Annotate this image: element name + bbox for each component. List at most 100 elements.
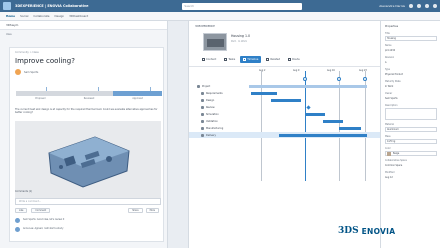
share-icon[interactable] bbox=[417, 4, 421, 8]
avatar[interactable] bbox=[15, 227, 20, 232]
panel-subheader: Idea bbox=[6, 32, 12, 36]
gantt-row[interactable]: Review bbox=[189, 104, 381, 110]
housing-part-image bbox=[48, 136, 130, 188]
gantt-bar[interactable] bbox=[251, 91, 277, 95]
search-placeholder: Search bbox=[184, 4, 195, 8]
task-icon bbox=[201, 91, 204, 95]
author-name[interactable]: Sam Sports bbox=[24, 71, 38, 74]
milestone-marker[interactable] bbox=[337, 77, 341, 81]
row-label: Manufacturing bbox=[206, 126, 224, 130]
milestone-marker[interactable] bbox=[303, 77, 307, 81]
object-tabs: Content Tasks Timeline Related Route bbox=[199, 56, 303, 63]
tasks-icon bbox=[224, 58, 228, 61]
gantt-row[interactable]: Requirements bbox=[189, 90, 381, 96]
color-field[interactable]: Beige bbox=[385, 151, 437, 156]
title-field[interactable]: Housing bbox=[385, 36, 437, 41]
tab-timeline[interactable]: Timeline bbox=[240, 56, 262, 63]
post-author: Sam Sports bbox=[15, 69, 38, 75]
tab-tasks[interactable]: Tasks bbox=[221, 56, 238, 63]
properties-title: Properties bbox=[385, 25, 399, 28]
route-icon bbox=[288, 58, 292, 61]
post-title: Improve cooling? bbox=[15, 57, 75, 65]
gantt-bar[interactable] bbox=[271, 98, 301, 102]
milestone-marker[interactable] bbox=[363, 77, 367, 81]
tab-dashboard[interactable]: 3DDashboard bbox=[69, 14, 88, 18]
tab-related[interactable]: Related bbox=[263, 56, 283, 63]
part-image[interactable] bbox=[15, 121, 161, 201]
gantt-bar[interactable] bbox=[279, 133, 367, 137]
timeline-icon bbox=[243, 58, 247, 61]
gantt-row-selected[interactable]: Delivery bbox=[189, 132, 381, 138]
owner-value[interactable]: Sam Sports bbox=[385, 96, 437, 101]
tab-collaborate[interactable]: Collaborate bbox=[33, 14, 49, 18]
tab-social[interactable]: Social bbox=[20, 14, 28, 18]
user-name[interactable]: Alexandre Darnis bbox=[379, 4, 405, 8]
gantt-bar[interactable] bbox=[339, 126, 361, 130]
gantt-row[interactable]: Manufacturing bbox=[189, 125, 381, 131]
comment-button[interactable]: Comment bbox=[31, 208, 51, 213]
mass-field[interactable]: 0.25 kg bbox=[385, 139, 437, 144]
gantt-bar[interactable] bbox=[249, 84, 367, 88]
property-revision: Revision A bbox=[385, 56, 437, 65]
field-label: Modified bbox=[385, 171, 395, 174]
revision-value: A bbox=[385, 60, 437, 65]
maturity-label: Proposed bbox=[35, 97, 46, 100]
like-button[interactable]: Like bbox=[15, 208, 28, 213]
maturity-step-proposed bbox=[16, 91, 65, 96]
avatar[interactable] bbox=[15, 218, 20, 223]
field-label: Collaborative Space bbox=[385, 159, 407, 162]
field-label: Description bbox=[385, 104, 398, 107]
maturity-labels: Proposed Reviewed Approved bbox=[16, 97, 162, 100]
maturity-value[interactable]: In Work bbox=[385, 84, 437, 89]
gantt-row[interactable]: Validation bbox=[189, 118, 381, 124]
share-button[interactable]: Share bbox=[128, 208, 143, 213]
avatar[interactable] bbox=[15, 69, 21, 75]
post-actions: Like Comment bbox=[15, 208, 51, 213]
properties-panel: Properties Title Housing Name prd-1234 R… bbox=[380, 21, 440, 248]
app-window: 3DEXPERIENCE | ENOVIA Collaborative Sear… bbox=[0, 0, 440, 248]
comment-input[interactable]: Write a comment... bbox=[15, 198, 161, 205]
maturity-label: Reviewed bbox=[83, 97, 95, 100]
post-body: The current heat sink design is at capac… bbox=[15, 108, 158, 115]
comment-text: Sam Sports: Good idea, let's review it bbox=[23, 218, 65, 221]
property-space: Collaborative Space Common Space bbox=[385, 159, 437, 168]
panel-tab[interactable]: 3DEXPERIENCE bbox=[195, 23, 215, 29]
tab-content[interactable]: Content bbox=[199, 56, 219, 63]
add-icon[interactable] bbox=[409, 4, 413, 8]
gantt-row[interactable]: Project bbox=[189, 83, 381, 89]
post-breadcrumb[interactable]: Community > Ideas bbox=[15, 51, 39, 54]
tab-home[interactable]: Home bbox=[6, 14, 15, 18]
property-description: Description bbox=[385, 104, 437, 120]
compass-icon[interactable] bbox=[3, 2, 11, 10]
row-label: Requirements bbox=[206, 91, 223, 95]
type-value: Physical Product bbox=[385, 72, 437, 77]
property-material: Material Aluminium bbox=[385, 123, 437, 132]
description-field[interactable] bbox=[385, 108, 437, 120]
gantt-row[interactable]: Design bbox=[189, 97, 381, 103]
gantt-row[interactable]: Simulation bbox=[189, 111, 381, 117]
modified-value: Aug 12 bbox=[385, 175, 437, 180]
task-icon bbox=[201, 112, 204, 116]
property-title: Title Housing bbox=[385, 32, 437, 41]
comment-text: Anna Lee: Agreed, I will start a study bbox=[23, 227, 64, 230]
comment-item: Sam Sports: Good idea, let's review it bbox=[15, 218, 161, 223]
top-bar: 3DEXPERIENCE | ENOVIA Collaborative Sear… bbox=[0, 0, 440, 12]
task-icon bbox=[201, 105, 204, 109]
material-field[interactable]: Aluminium bbox=[385, 127, 437, 132]
row-label: Simulation bbox=[206, 112, 219, 116]
gantt-bar[interactable] bbox=[323, 119, 343, 123]
milestone-icon[interactable] bbox=[306, 104, 311, 110]
field-label: Mass bbox=[385, 135, 391, 138]
notification-icon[interactable] bbox=[425, 4, 429, 8]
help-icon[interactable] bbox=[433, 4, 437, 8]
field-label: Color bbox=[385, 147, 391, 150]
gantt-bar[interactable] bbox=[305, 112, 325, 116]
more-button[interactable]: More bbox=[145, 208, 159, 213]
tab-design[interactable]: Design bbox=[54, 14, 64, 18]
panel-tab-label: 3DEXPERIENCE bbox=[195, 24, 215, 28]
tab-route[interactable]: Route bbox=[285, 56, 303, 63]
brand-name: ENOVIA bbox=[361, 227, 396, 236]
search-input[interactable]: Search bbox=[182, 2, 303, 10]
timeline-header: Aug 2 Aug 9 Aug 16 Aug 23 bbox=[249, 69, 381, 79]
object-thumbnail[interactable] bbox=[203, 33, 227, 51]
